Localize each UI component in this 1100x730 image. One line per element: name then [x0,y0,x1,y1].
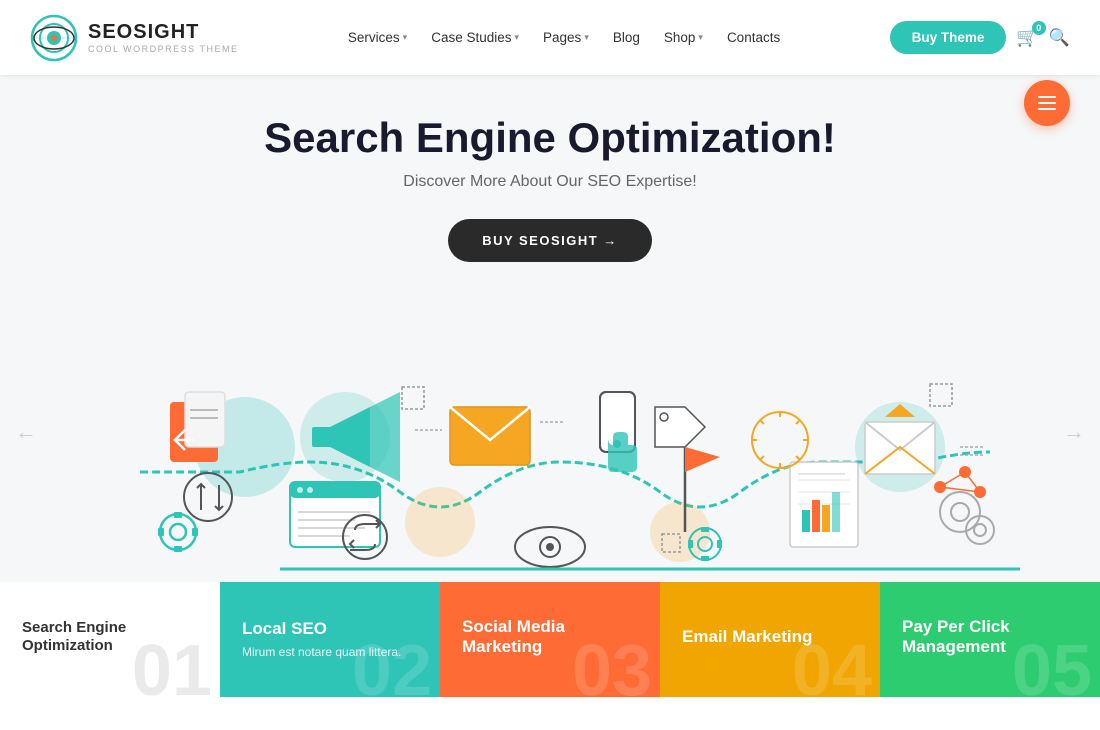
mobile-menu-button[interactable] [1024,80,1070,126]
card-title: Search Engine Optimization [22,619,198,655]
buy-theme-button[interactable]: Buy Theme [890,21,1007,54]
nav-pages[interactable]: Pages ▾ [533,22,599,53]
nav-blog[interactable]: Blog [603,22,650,53]
services-dropdown-arrow: ▾ [403,32,408,43]
card-desc: Mirum est notare quam littera. [242,644,418,661]
bottom-card-local-seo[interactable]: 02Local SEOMirum est notare quam littera… [220,582,440,697]
logo-text: SEOSIGHT COOL WORDPRESS THEME [88,21,239,54]
hero-title: Search Engine Optimization! [20,115,1080,161]
nav-actions: Buy Theme 🛒 0 🔍 [890,21,1070,54]
card-title: Email Marketing [682,627,858,647]
bottom-card-search-engine-optimization[interactable]: 01Search Engine Optimization [0,582,220,697]
logo-icon [30,14,78,62]
card-title: Social Media Marketing [462,617,638,658]
hero-subtitle: Discover More About Our SEO Expertise! [20,173,1080,191]
nav-services[interactable]: Services ▾ [338,22,417,53]
bottom-card-social-media-marketing[interactable]: 03Social Media Marketing [440,582,660,697]
bottom-cards: 01Search Engine Optimization02Local SEOM… [0,582,1100,697]
main-nav: Services ▾ Case Studies ▾ Pages ▾ Blog S… [338,22,790,53]
illustration-area: ← → [0,282,1100,582]
search-button[interactable]: 🔍 [1049,28,1070,48]
cart-button[interactable]: 🛒 0 [1016,27,1038,48]
next-slide-button[interactable]: → [1063,419,1085,445]
hero-cta-button[interactable]: BUY SEOSIGHT → [448,219,652,262]
bottom-card-email-marketing[interactable]: 04Email Marketing [660,582,880,697]
shop-dropdown-arrow: ▾ [698,32,703,43]
logo-subtitle: COOL WORDPRESS THEME [88,44,239,54]
prev-slide-button[interactable]: ← [15,419,37,445]
nav-shop[interactable]: Shop ▾ [654,22,713,53]
header: SEOSIGHT COOL WORDPRESS THEME Services ▾… [0,0,1100,75]
nav-case-studies[interactable]: Case Studies ▾ [421,22,529,53]
hero-illustration [0,282,1100,582]
logo[interactable]: SEOSIGHT COOL WORDPRESS THEME [30,14,239,62]
card-title: Pay Per Click Management [902,617,1078,658]
hero-section: Search Engine Optimization! Discover Mor… [0,75,1100,282]
card-title: Local SEO [242,619,418,639]
bottom-card-pay-per-click[interactable]: 05Pay Per Click Management [880,582,1100,697]
logo-title: SEOSIGHT [88,21,239,44]
nav-contacts[interactable]: Contacts [717,22,790,53]
pages-dropdown-arrow: ▾ [584,32,589,43]
case-studies-dropdown-arrow: ▾ [515,32,520,43]
cart-badge: 0 [1032,21,1046,35]
hamburger-icon [1038,96,1056,110]
